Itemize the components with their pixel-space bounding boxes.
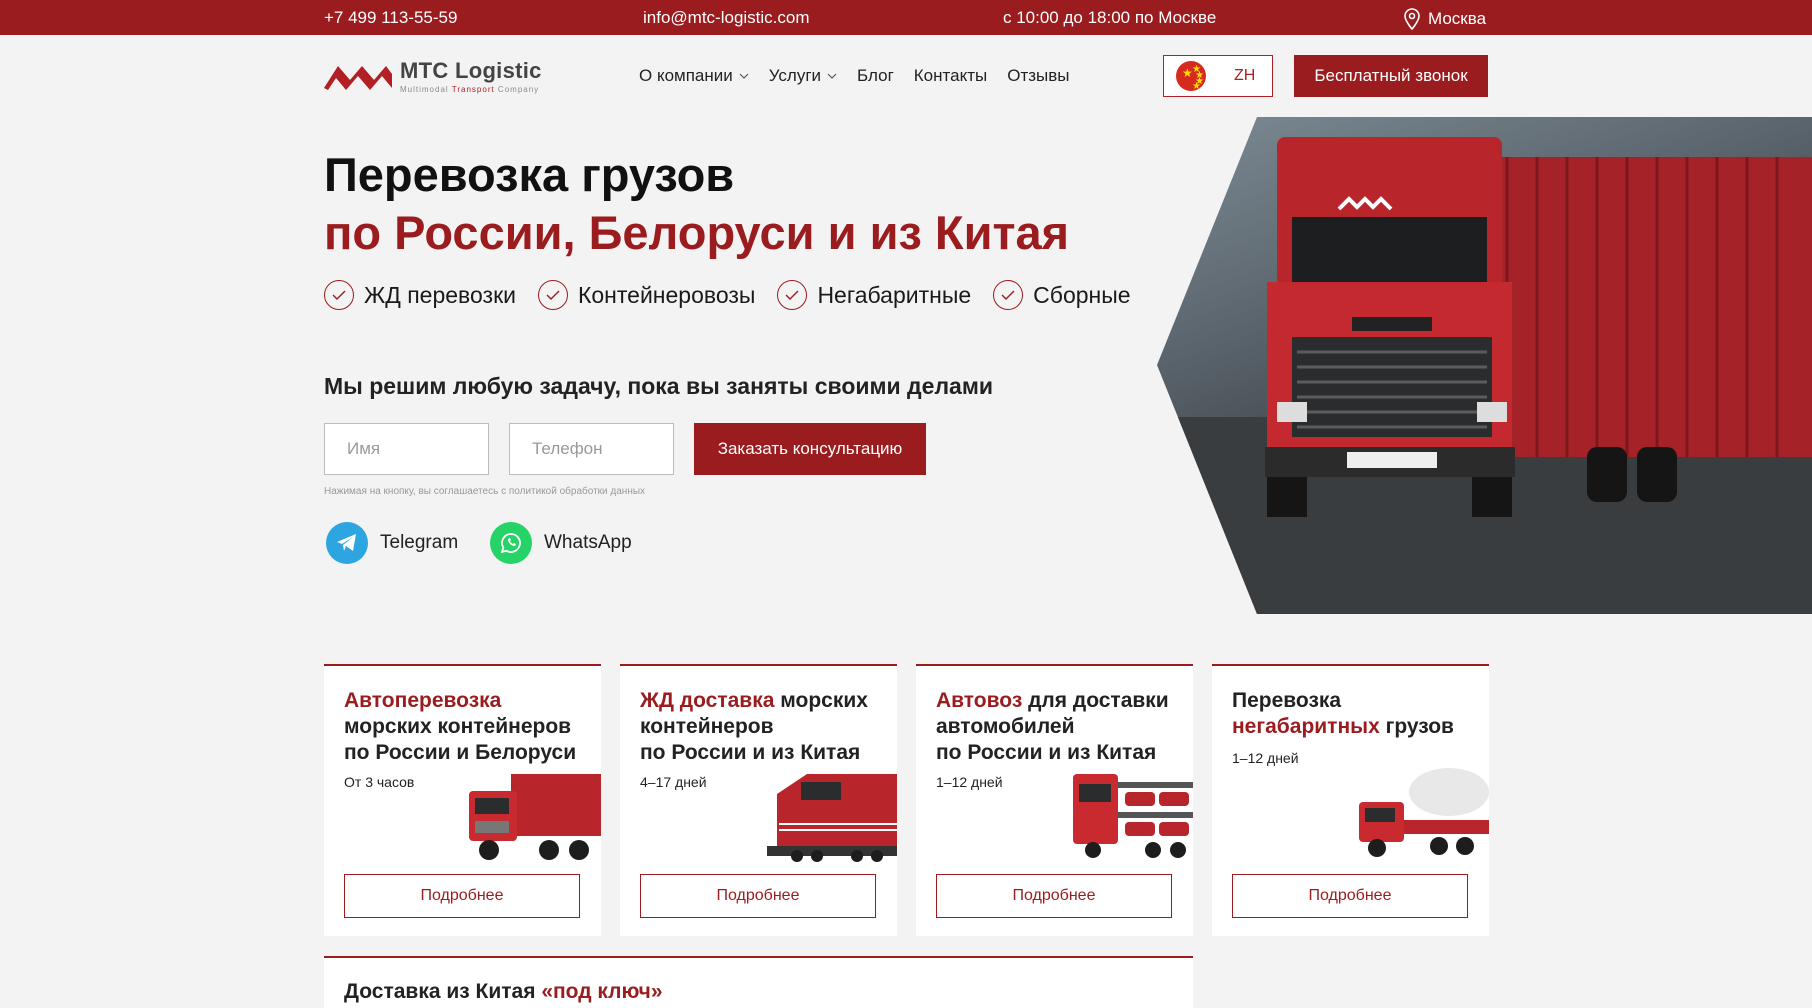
card-title: Автовоз для доставки автомобилей по России… (936, 689, 1169, 764)
card-title: ЖД доставка морских контейнеров по России … (640, 689, 868, 764)
more-button[interactable]: Подробнее (640, 874, 876, 918)
logo-name: MTC Logistic (400, 58, 542, 83)
feature-item: Сборные (993, 280, 1131, 310)
free-call-button[interactable]: Бесплатный звонок (1294, 55, 1488, 97)
card-title: Автоперевозка морских контейнеров по Росси… (344, 689, 577, 764)
nav-item-blog[interactable]: Блог (857, 66, 894, 86)
checkmark-icon (537, 280, 568, 310)
consultation-button[interactable]: Заказать консультацию (694, 423, 926, 475)
china-flag-icon: ★ ★ ★ ★ ★ (1176, 61, 1206, 91)
city-label: Москва (1428, 9, 1487, 28)
whatsapp-icon (490, 522, 532, 564)
city-selector[interactable]: Москва (1402, 8, 1486, 30)
phone-link[interactable]: +7 499 113-55-59 (324, 8, 457, 28)
checkmark-icon (777, 280, 808, 310)
whatsapp-link[interactable]: WhatsApp (490, 522, 632, 564)
hero-truck-image (1157, 117, 1812, 614)
telegram-link[interactable]: Telegram (326, 522, 458, 564)
main-nav: О компании Услуги Блог Контакты Отзывы (639, 66, 1070, 86)
more-button[interactable]: Подробнее (936, 874, 1172, 918)
chevron-down-icon (739, 73, 749, 79)
checkmark-icon (993, 280, 1024, 310)
top-bar: +7 499 113-55-59 info@mtc-logistic.com с… (0, 0, 1812, 35)
feature-list: ЖД перевозки Контейнеровозы Негабаритные… (324, 280, 1131, 310)
language-code: ZH (1234, 67, 1256, 84)
telegram-label: Telegram (380, 532, 459, 553)
hero-title: Перевозка грузов по России, Белоруси и и… (324, 146, 1069, 262)
service-card-auto: Автоперевозка морских контейнеров по Росси… (324, 664, 601, 936)
card-title: Перевозка негабаритных грузов (1232, 689, 1454, 738)
logo-mark-icon (324, 66, 392, 90)
more-button[interactable]: Подробнее (1232, 874, 1468, 918)
turnkey-title: Доставка из Китая «под ключ» (344, 980, 663, 1003)
service-card-oversized: Перевозка негабаритных грузов 1–12 дней П… (1212, 664, 1489, 936)
nav-item-contacts[interactable]: Контакты (914, 66, 987, 86)
hero-title-line1: Перевозка грузов (324, 148, 735, 201)
card-duration: 1–12 дней (1232, 750, 1299, 766)
card-duration: 4–17 дней (640, 774, 707, 790)
site-logo[interactable]: MTC Logistic Multimodal Transport Compan… (324, 58, 542, 94)
more-button[interactable]: Подробнее (344, 874, 580, 918)
language-switcher[interactable]: ★ ★ ★ ★ ★ ZH (1163, 55, 1273, 97)
card-duration: 1–12 дней (936, 774, 1003, 790)
hero-title-line2: по России, Белоруси и из Китая (324, 206, 1070, 259)
email-link[interactable]: info@mtc-logistic.com (643, 8, 810, 28)
card-duration: От 3 часов (344, 774, 415, 790)
checkmark-icon (324, 280, 354, 310)
truck-image (469, 774, 601, 860)
feature-item: Негабаритные (777, 280, 971, 310)
hero-tagline: Мы решим любую задачу, пока вы заняты св… (324, 373, 993, 399)
phone-input[interactable]: Телефон (509, 423, 674, 475)
working-hours: с 10:00 до 18:00 по Москве (1003, 8, 1217, 27)
service-card-rail: ЖД доставка морских контейнеров по России … (620, 664, 897, 936)
chevron-down-icon (827, 73, 837, 79)
turnkey-delivery-card: Доставка из Китая «под ключ» (324, 956, 1193, 1008)
location-pin-icon (1404, 8, 1420, 30)
nav-item-reviews[interactable]: Отзывы (1007, 66, 1069, 86)
telegram-icon (326, 522, 368, 564)
name-input[interactable]: Имя (324, 423, 489, 475)
whatsapp-label: WhatsApp (544, 532, 632, 553)
nav-item-services[interactable]: Услуги (769, 66, 837, 86)
locomotive-image (767, 774, 897, 862)
logo-subtitle: Multimodal Transport Company (400, 85, 540, 94)
service-card-car-carrier: Автовоз для доставки автомобилей по России… (916, 664, 1193, 936)
nav-item-about[interactable]: О компании (639, 66, 749, 86)
privacy-notice: Нажимая на кнопку, вы соглашаетесь с пол… (324, 486, 646, 497)
oversized-truck-image (1359, 768, 1489, 857)
feature-item: Контейнеровозы (537, 280, 755, 310)
car-carrier-image (1073, 774, 1193, 858)
feature-item: ЖД перевозки (324, 280, 516, 310)
